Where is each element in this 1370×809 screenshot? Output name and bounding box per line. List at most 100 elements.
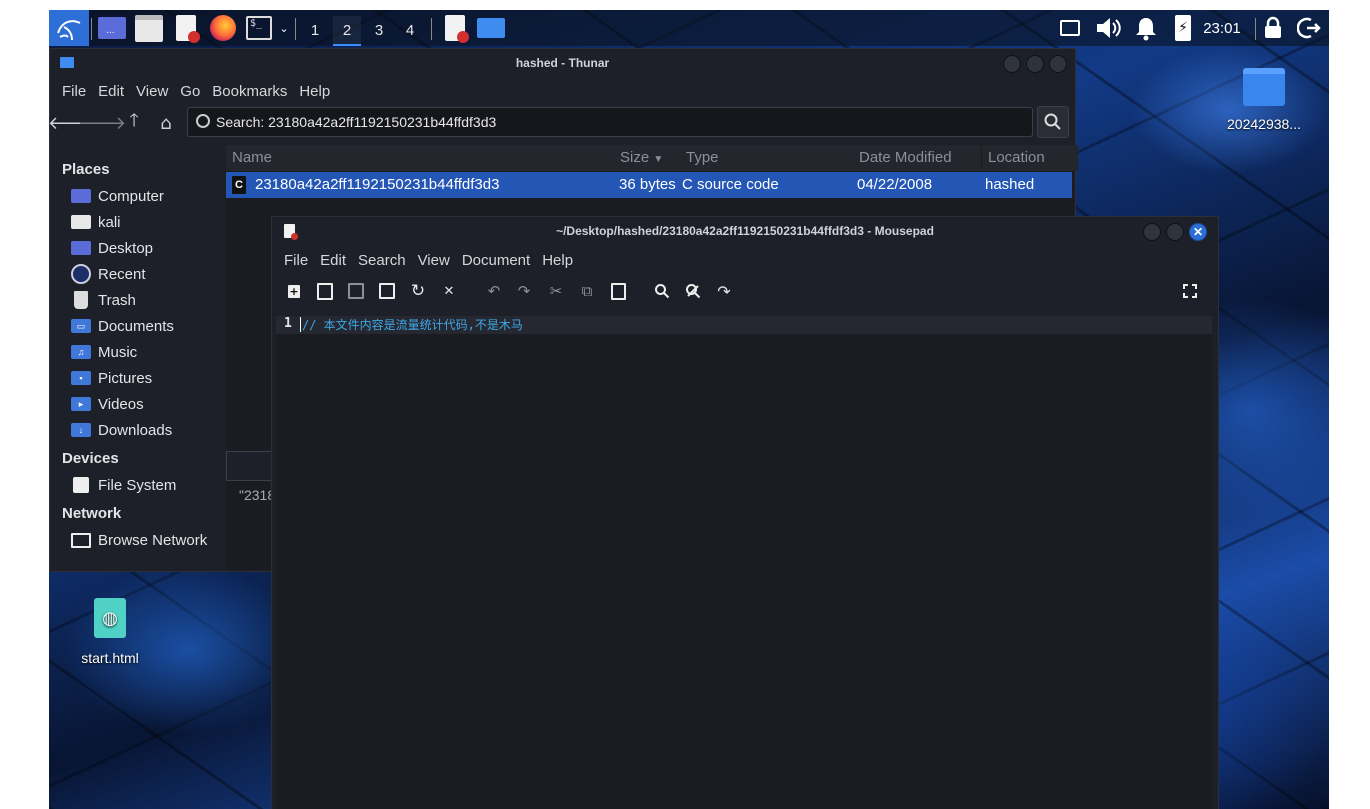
go-to-line-icon[interactable]: ↷ bbox=[714, 281, 734, 301]
home-folder-icon bbox=[71, 215, 91, 229]
workspace-4[interactable]: 4 bbox=[396, 16, 424, 44]
notification-bell-icon[interactable] bbox=[1131, 14, 1161, 42]
firefox-icon[interactable] bbox=[207, 14, 239, 42]
menu-file[interactable]: File bbox=[56, 83, 92, 100]
computer-icon bbox=[71, 189, 91, 203]
fullscreen-icon[interactable] bbox=[1180, 281, 1200, 301]
paste-icon[interactable] bbox=[608, 281, 628, 301]
logout-icon[interactable] bbox=[1295, 14, 1323, 42]
workspace-1[interactable]: 1 bbox=[301, 16, 329, 44]
sidebar-item-desktop[interactable]: Desktop bbox=[70, 236, 153, 260]
forward-arrow-icon[interactable]: 🡒 bbox=[78, 111, 126, 135]
workspace-3[interactable]: 3 bbox=[365, 16, 393, 44]
search-icon bbox=[1044, 113, 1061, 130]
reload-icon[interactable]: ↻ bbox=[408, 281, 428, 301]
minimize-button[interactable] bbox=[1143, 223, 1161, 241]
sidebar-item-kali[interactable]: kali bbox=[70, 210, 121, 234]
html-file-icon: ◍ bbox=[94, 598, 126, 638]
battery-icon[interactable]: ⚡ bbox=[1171, 14, 1195, 42]
menu-edit[interactable]: Edit bbox=[314, 252, 352, 269]
home-icon[interactable]: ⌂ bbox=[154, 111, 178, 135]
close-button[interactable] bbox=[1049, 55, 1067, 73]
desktop: ... $_ ⌄ 1 2 3 4 ⚡ 23:01 20242938... ◍ s… bbox=[49, 10, 1329, 809]
column-location[interactable]: Location bbox=[982, 145, 1078, 171]
menu-file[interactable]: File bbox=[278, 252, 314, 269]
pictures-folder-icon: ▪ bbox=[71, 371, 91, 385]
thunar-toolbar: 🡐 🡒 🡑 ⌂ Search: 23180a42a2ff1192150231b4… bbox=[49, 105, 1075, 141]
table-row[interactable]: C 23180a42a2ff1192150231b44ffdf3d3 36 by… bbox=[226, 172, 1072, 198]
sidebar-item-music[interactable]: ♫ Music bbox=[70, 340, 137, 364]
c-source-file-icon: C bbox=[232, 176, 246, 194]
sidebar-item-trash[interactable]: Trash bbox=[70, 288, 136, 312]
copy-icon[interactable]: ⧉ bbox=[577, 281, 597, 301]
start-html-label: start.html bbox=[81, 650, 139, 666]
sidebar-item-documents[interactable]: ▭ Documents bbox=[70, 314, 174, 338]
column-type[interactable]: Type bbox=[680, 145, 860, 171]
save-icon[interactable] bbox=[346, 281, 366, 301]
close-document-icon[interactable]: ✕ bbox=[439, 281, 459, 301]
sidebar-item-computer[interactable]: Computer bbox=[70, 184, 164, 208]
new-window-icon[interactable] bbox=[315, 281, 335, 301]
sidebar-item-downloads[interactable]: ↓ Downloads bbox=[70, 418, 172, 442]
search-icon bbox=[196, 114, 210, 128]
menu-view[interactable]: View bbox=[412, 252, 456, 269]
menu-bookmarks[interactable]: Bookmarks bbox=[206, 83, 293, 100]
clock[interactable]: 23:01 bbox=[1199, 14, 1245, 42]
new-document-icon[interactable]: + bbox=[284, 281, 304, 301]
sidebar-item-videos[interactable]: ▸ Videos bbox=[70, 392, 144, 416]
find-replace-icon[interactable] bbox=[683, 281, 703, 301]
folder-icon bbox=[60, 57, 74, 68]
up-arrow-icon[interactable]: 🡑 bbox=[122, 110, 146, 135]
minimize-button[interactable] bbox=[1003, 55, 1021, 73]
menu-document[interactable]: Document bbox=[456, 252, 536, 269]
text-editor-icon[interactable] bbox=[171, 14, 201, 43]
volume-icon[interactable] bbox=[1093, 14, 1123, 42]
undo-icon[interactable]: ↶ bbox=[484, 281, 504, 301]
find-icon[interactable] bbox=[652, 281, 672, 301]
desktop-start-html[interactable]: ◍ start.html bbox=[67, 598, 153, 666]
thunar-task-icon[interactable] bbox=[475, 14, 507, 42]
menu-help[interactable]: Help bbox=[293, 83, 336, 100]
chevron-down-icon[interactable]: ⌄ bbox=[277, 14, 291, 42]
save-as-icon[interactable] bbox=[377, 281, 397, 301]
desktop-folder-label: 20242938... bbox=[1227, 116, 1301, 132]
row-location: hashed bbox=[985, 176, 1035, 193]
search-button[interactable] bbox=[1037, 106, 1069, 138]
sidebar-item-file-system[interactable]: File System bbox=[70, 473, 176, 497]
column-date-modified[interactable]: Date Modified bbox=[855, 145, 981, 171]
redo-icon[interactable]: ↷ bbox=[514, 281, 534, 301]
column-name[interactable]: Name bbox=[226, 145, 618, 171]
show-desktop-icon[interactable]: ... bbox=[97, 14, 127, 42]
mousepad-title: ~/Desktop/hashed/23180a42a2ff1192150231b… bbox=[556, 224, 934, 238]
mousepad-task-icon[interactable] bbox=[439, 14, 471, 43]
menu-go[interactable]: Go bbox=[174, 83, 206, 100]
workspace-2[interactable]: 2 bbox=[333, 16, 361, 46]
music-folder-icon: ♫ bbox=[71, 345, 91, 359]
sidebar: Places Computer kali Desktop Recent Tras… bbox=[50, 145, 224, 571]
row-type: C source code bbox=[682, 176, 779, 193]
sidebar-item-pictures[interactable]: ▪ Pictures bbox=[70, 366, 152, 390]
kali-menu-icon[interactable] bbox=[49, 10, 89, 46]
mousepad-titlebar[interactable]: ~/Desktop/hashed/23180a42a2ff1192150231b… bbox=[272, 217, 1218, 245]
folder-icon bbox=[1243, 68, 1285, 106]
cut-icon[interactable]: ✂ bbox=[546, 281, 566, 301]
menu-search[interactable]: Search bbox=[352, 252, 412, 269]
maximize-button[interactable] bbox=[1026, 55, 1044, 73]
search-input[interactable]: Search: 23180a42a2ff1192150231b44ffdf3d3 bbox=[187, 107, 1033, 137]
network-icon[interactable] bbox=[1057, 14, 1083, 42]
terminal-icon[interactable]: $_ bbox=[243, 14, 275, 42]
desktop-folder-icon[interactable]: 20242938... bbox=[1209, 68, 1319, 132]
line-number: 1 bbox=[284, 316, 292, 331]
close-button[interactable]: ✕ bbox=[1189, 223, 1207, 241]
text-editor[interactable]: 1 // 本文件内容是流量统计代码,不是木马 bbox=[276, 316, 1212, 809]
file-manager-icon[interactable] bbox=[133, 14, 165, 42]
sidebar-item-recent[interactable]: Recent bbox=[70, 262, 146, 286]
menu-help[interactable]: Help bbox=[536, 252, 579, 269]
thunar-titlebar[interactable]: hashed - Thunar bbox=[50, 49, 1075, 77]
column-size[interactable]: Size ▼ bbox=[614, 145, 680, 171]
menu-view[interactable]: View bbox=[130, 83, 174, 100]
maximize-button[interactable] bbox=[1166, 223, 1184, 241]
menu-edit[interactable]: Edit bbox=[92, 83, 130, 100]
lock-icon[interactable] bbox=[1261, 14, 1285, 42]
sidebar-item-browse-network[interactable]: Browse Network bbox=[70, 528, 207, 552]
